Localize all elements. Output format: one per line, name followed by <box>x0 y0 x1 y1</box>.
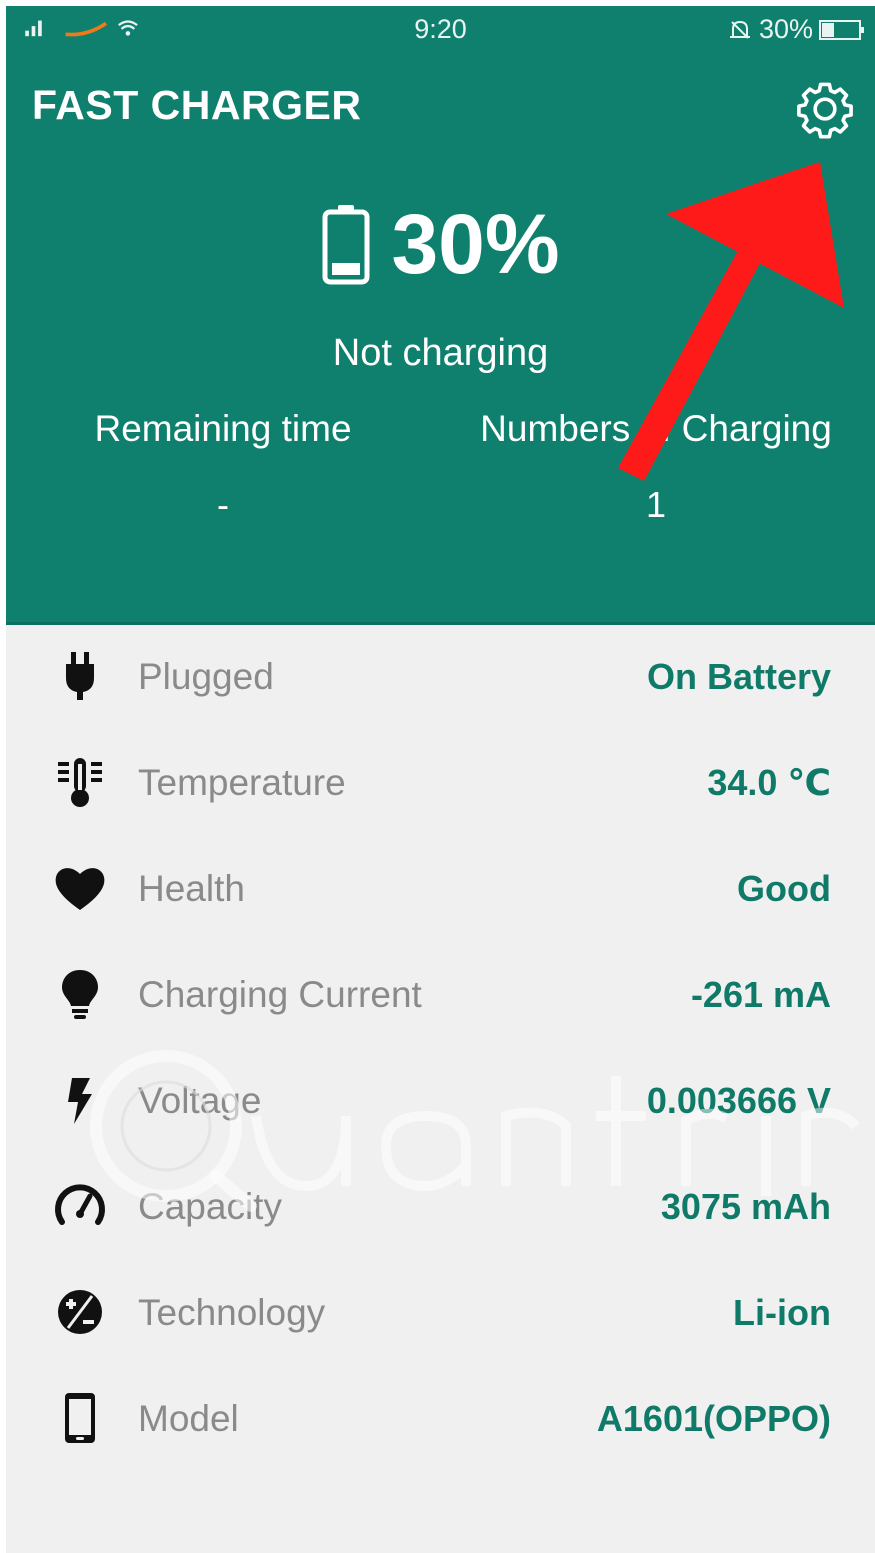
detail-row-temperature: Temperature 34.0 ℃ <box>6 732 875 838</box>
detail-row-charging-current: Charging Current -261 mA <box>6 944 875 1050</box>
heart-icon <box>55 868 105 910</box>
detail-row-model: Model A1601(OPPO) <box>6 1368 875 1474</box>
thermometer-icon <box>58 758 102 807</box>
status-bar: 9:20 30% <box>6 6 875 52</box>
detail-label: Voltage <box>138 1080 262 1121</box>
detail-value: A1601(OPPO) <box>596 1398 831 1439</box>
detail-value: Li-ion <box>733 1292 831 1333</box>
phone-icon <box>65 1393 95 1443</box>
detail-value: 3075 mAh <box>660 1186 831 1227</box>
detail-row-voltage: Voltage 0.003666 V <box>6 1050 875 1156</box>
status-battery-icon <box>819 19 864 40</box>
header-divider <box>6 622 875 625</box>
charge-count-value: 1 <box>645 484 667 525</box>
detail-value: 0.003666 V <box>646 1080 831 1121</box>
annotation-arrow <box>618 162 844 481</box>
detail-value: Good <box>737 868 831 909</box>
detail-label: Technology <box>138 1292 326 1333</box>
lightning-icon <box>68 1078 92 1124</box>
detail-label: Capacity <box>138 1186 282 1227</box>
gauge-icon <box>55 1184 105 1225</box>
settings-gear-icon[interactable] <box>794 78 856 140</box>
detail-label: Health <box>138 868 245 909</box>
detail-row-technology: Technology Li-ion <box>6 1262 875 1368</box>
detail-row-health: Health Good <box>6 838 875 944</box>
technology-icon <box>58 1290 102 1334</box>
plug-icon <box>66 652 94 700</box>
detail-row-capacity: Capacity 3075 mAh <box>6 1156 875 1262</box>
detail-label: Charging Current <box>138 974 422 1015</box>
battery-icon <box>322 205 370 285</box>
battery-header: 9:20 30% FAST CHARGER 30% Not charging R… <box>6 6 875 622</box>
remaining-time-value: - <box>217 484 229 525</box>
detail-row-plugged: Plugged On Battery <box>6 626 875 732</box>
app-title: FAST CHARGER <box>32 82 362 128</box>
status-right: 30% <box>727 14 865 45</box>
lightbulb-icon <box>62 970 98 1019</box>
detail-value: On Battery <box>646 656 831 697</box>
detail-value: 34.0 ℃ <box>707 762 831 803</box>
battery-percentage: 30% <box>391 197 560 291</box>
app-screen: 9:20 30% FAST CHARGER 30% Not charging R… <box>6 6 875 1553</box>
remaining-time-label: Remaining time <box>94 408 352 449</box>
alarm-icon <box>729 20 750 39</box>
detail-label: Plugged <box>138 656 274 697</box>
detail-value: -261 mA <box>690 974 831 1015</box>
detail-label: Temperature <box>138 762 346 803</box>
status-battery-text: 30% <box>758 14 813 44</box>
detail-label: Model <box>138 1398 239 1439</box>
